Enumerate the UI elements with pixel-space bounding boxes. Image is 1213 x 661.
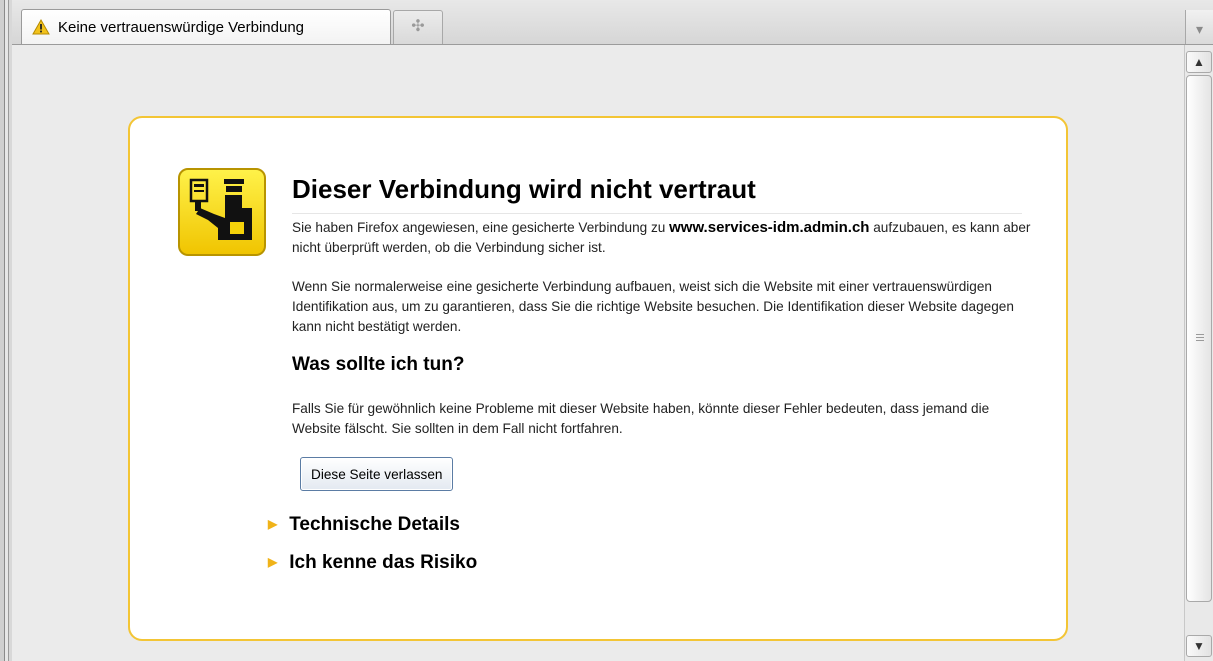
leave-page-button[interactable]: Diese Seite verlassen: [300, 457, 454, 491]
host-name: www.services-idm.admin.ch: [669, 219, 870, 236]
window-frame-left: [0, 0, 12, 661]
what-to-do-paragraph: Falls Sie für gewöhnlich keine Probleme …: [292, 401, 990, 436]
content-area: Dieser Verbindung wird nicht vertraut Si…: [12, 45, 1184, 661]
technical-details-label: Technische Details: [289, 514, 460, 535]
certificate-officer-icon: [178, 168, 266, 256]
dropdown-arrow-icon: ▾: [1195, 21, 1204, 37]
understand-risks-expander[interactable]: ▶ Ich kenne das Risiko: [268, 552, 477, 574]
new-tab-button[interactable]: ✣: [393, 10, 443, 44]
tab-active[interactable]: Keine vertrauenswürdige Verbindung: [21, 9, 391, 44]
intro-paragraph: Sie haben Firefox angewiesen, eine gesic…: [292, 218, 1032, 258]
vertical-scrollbar[interactable]: ▲ ▼: [1184, 45, 1213, 661]
technical-details-expander[interactable]: ▶ Technische Details: [268, 514, 460, 536]
grip-icon: [1196, 334, 1204, 342]
error-page-container: Dieser Verbindung wird nicht vertraut Si…: [128, 116, 1068, 641]
scroll-down-button[interactable]: ▼: [1186, 635, 1212, 657]
intro-text-before: Sie haben Firefox angewiesen, eine gesic…: [292, 220, 670, 235]
tab-strip: Keine vertrauenswürdige Verbindung ✣ ▾: [12, 0, 1213, 45]
expand-arrow-icon: ▶: [268, 517, 278, 531]
plus-icon: ✣: [411, 18, 425, 35]
warning-icon: [32, 19, 50, 35]
explanation-paragraph: Wenn Sie normalerweise eine gesicherte V…: [292, 279, 1014, 334]
scroll-up-button[interactable]: ▲: [1186, 51, 1212, 73]
understand-risks-label: Ich kenne das Risiko: [289, 552, 478, 573]
expand-arrow-icon: ▶: [268, 555, 278, 569]
error-title: Dieser Verbindung wird nicht vertraut: [292, 174, 1022, 214]
what-to-do-heading: Was sollte ich tun?: [292, 354, 465, 375]
tab-list-button[interactable]: ▾: [1185, 10, 1213, 44]
scrollbar-thumb[interactable]: [1186, 75, 1212, 602]
chevron-down-icon: ▼: [1193, 639, 1205, 653]
tab-title: Keine vertrauenswürdige Verbindung: [58, 19, 304, 36]
chevron-up-icon: ▲: [1193, 55, 1205, 69]
